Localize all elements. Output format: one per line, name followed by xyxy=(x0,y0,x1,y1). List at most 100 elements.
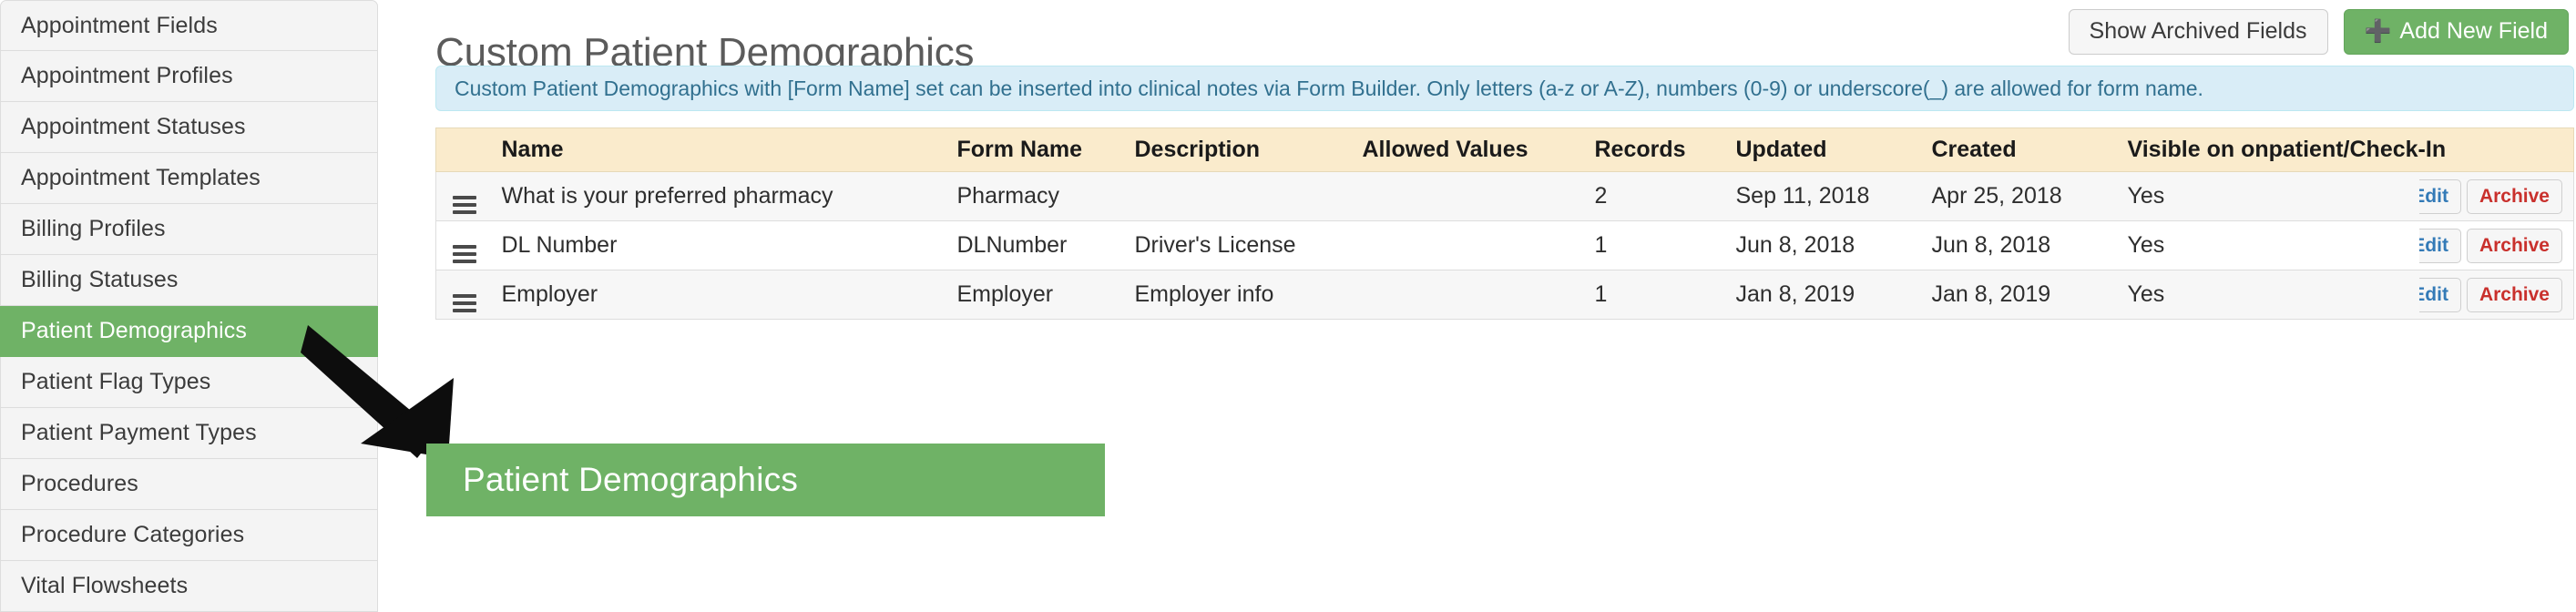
column-header-updated: Updated xyxy=(1726,128,1923,172)
edit-button[interactable]: ✎Edit xyxy=(2418,178,2461,214)
custom-fields-table: Name Form Name Description Allowed Values Re… xyxy=(435,128,2574,320)
table-header-row: Name Form Name Description Allowed Values Re… xyxy=(435,128,2574,172)
cell-description: Driver's License xyxy=(1125,220,1354,270)
sidebar-item-label: Appointment Profiles xyxy=(21,63,233,88)
cell-records: 1 xyxy=(1585,270,1727,320)
sidebar-item-label: Billing Statuses xyxy=(21,267,179,292)
sidebar-item-label: Appointment Fields xyxy=(21,12,218,38)
row-handle-cell xyxy=(435,270,493,320)
column-header-records: Records xyxy=(1585,128,1727,172)
cell-created: Apr 25, 2018 xyxy=(1922,171,2119,221)
plus-icon: ➕ xyxy=(2364,18,2392,44)
drag-handle-icon[interactable] xyxy=(453,195,476,214)
sidebar-item-label: Patient Demographics xyxy=(21,318,247,343)
header-actions: Show Archived Fields ➕ Add New Field xyxy=(2068,9,2569,55)
edit-button[interactable]: ✎Edit xyxy=(2418,277,2461,312)
column-header-name: Name xyxy=(492,128,948,172)
sidebar-item-patient-flag-types[interactable]: Patient Flag Types xyxy=(0,357,378,408)
cell-name: Employer xyxy=(492,270,948,320)
cell-allowed-values xyxy=(1353,270,1586,320)
show-archived-fields-button[interactable]: Show Archived Fields xyxy=(2068,9,2328,55)
edit-button[interactable]: ✎Edit xyxy=(2418,228,2461,263)
sidebar-item-patient-demographics[interactable]: Patient Demographics xyxy=(0,306,378,357)
edit-label: Edit xyxy=(2419,283,2448,305)
sidebar-item-vital-flowsheets[interactable]: Vital Flowsheets xyxy=(0,561,378,612)
row-handle-cell xyxy=(435,171,493,221)
cell-created: Jan 8, 2019 xyxy=(1922,270,2119,320)
column-header-visible-on-onpatient-check-in: Visible on onpatient/Check-In xyxy=(2118,128,2446,172)
cell-form-name: Pharmacy xyxy=(947,171,1126,221)
cell-description xyxy=(1125,171,1354,221)
annotation-callout-box: Patient Demographics xyxy=(426,444,1105,516)
cell-visible: Yes xyxy=(2118,171,2419,221)
add-new-field-label: Add New Field xyxy=(2399,18,2548,44)
annotation-callout-label: Patient Demographics xyxy=(463,461,799,498)
column-header-description: Description xyxy=(1125,128,1354,172)
sidebar-item-appointment-fields[interactable]: Appointment Fields xyxy=(0,0,378,51)
cell-visible: Yes xyxy=(2118,220,2419,270)
add-new-field-button[interactable]: ➕ Add New Field xyxy=(2343,9,2569,55)
archive-label: Archive xyxy=(2479,283,2550,305)
column-header-allowed-values: Allowed Values xyxy=(1353,128,1586,172)
cell-name: What is your preferred pharmacy xyxy=(492,171,948,221)
main-content: Custom Patient Demographics Show Archive… xyxy=(428,0,2576,612)
drag-handle-icon[interactable] xyxy=(453,293,476,312)
sidebar-item-label: Billing Profiles xyxy=(21,216,166,241)
app-root: Appointment Fields Appointment Profiles Ap… xyxy=(0,0,2576,612)
drag-handle-icon[interactable] xyxy=(453,244,476,263)
row-actions: ✎Edit Archive xyxy=(2418,277,2573,312)
sidebar-item-patient-payment-types[interactable]: Patient Payment Types xyxy=(0,408,378,459)
cell-actions: ✎Edit Archive xyxy=(2418,220,2574,270)
sidebar-item-appointment-profiles[interactable]: Appointment Profiles xyxy=(0,51,378,102)
row-actions: ✎Edit Archive xyxy=(2418,228,2573,263)
sidebar-item-label: Vital Flowsheets xyxy=(21,573,189,598)
column-header-created: Created xyxy=(1922,128,2119,172)
sidebar-item-billing-statuses[interactable]: Billing Statuses xyxy=(0,255,378,306)
sidebar-item-label: Patient Flag Types xyxy=(21,369,211,394)
cell-name: DL Number xyxy=(492,220,948,270)
cell-actions: ✎Edit Archive xyxy=(2418,171,2574,221)
sidebar-item-billing-profiles[interactable]: Billing Profiles xyxy=(0,204,378,255)
column-header-blank-0 xyxy=(435,128,493,172)
cell-visible: Yes xyxy=(2118,270,2419,320)
cell-records: 2 xyxy=(1585,171,1727,221)
sidebar-item-label: Appointment Templates xyxy=(21,165,261,190)
sidebar-item-label: Procedures xyxy=(21,471,138,496)
row-actions: ✎Edit Archive xyxy=(2418,178,2573,214)
table-row: What is your preferred pharmacy Pharmacy 2… xyxy=(435,171,2574,221)
edit-label: Edit xyxy=(2419,185,2448,207)
cell-form-name: DLNumber xyxy=(947,220,1126,270)
cell-form-name: Employer xyxy=(947,270,1126,320)
archive-label: Archive xyxy=(2479,185,2550,207)
cell-updated: Jan 8, 2019 xyxy=(1726,270,1923,320)
sidebar-item-label: Procedure Categories xyxy=(21,522,245,547)
sidebar-item-appointment-statuses[interactable]: Appointment Statuses xyxy=(0,102,378,153)
info-banner-text: Custom Patient Demographics with [Form N… xyxy=(455,76,2203,100)
cell-description: Employer info xyxy=(1125,270,1354,320)
cell-created: Jun 8, 2018 xyxy=(1922,220,2119,270)
column-header-form-name: Form Name xyxy=(947,128,1126,172)
cell-updated: Jun 8, 2018 xyxy=(1726,220,1923,270)
sidebar-item-label: Appointment Statuses xyxy=(21,114,246,139)
table-row: DL Number DLNumber Driver's License 1 Jun 8,… xyxy=(435,220,2574,270)
archive-button[interactable]: Archive xyxy=(2466,228,2562,263)
cell-allowed-values xyxy=(1353,171,1586,221)
sidebar-item-procedure-categories[interactable]: Procedure Categories xyxy=(0,510,378,561)
row-handle-cell xyxy=(435,220,493,270)
sidebar-item-appointment-templates[interactable]: Appointment Templates xyxy=(0,153,378,204)
archive-button[interactable]: Archive xyxy=(2466,277,2562,312)
cell-updated: Sep 11, 2018 xyxy=(1726,171,1923,221)
cell-records: 1 xyxy=(1585,220,1727,270)
archive-button[interactable]: Archive xyxy=(2466,178,2562,214)
info-banner: Custom Patient Demographics with [Form N… xyxy=(435,66,2574,111)
cell-actions: ✎Edit Archive xyxy=(2418,270,2574,320)
table-header: Name Form Name Description Allowed Values Re… xyxy=(435,128,2574,172)
edit-label: Edit xyxy=(2419,234,2448,256)
table-body: What is your preferred pharmacy Pharmacy 2… xyxy=(435,171,2574,320)
sidebar-item-label: Patient Payment Types xyxy=(21,420,257,445)
archive-label: Archive xyxy=(2479,234,2550,256)
cell-allowed-values xyxy=(1353,220,1586,270)
sidebar-item-procedures[interactable]: Procedures xyxy=(0,459,378,510)
table-row: Employer Employer Employer info 1 Jan 8, 201… xyxy=(435,270,2574,320)
settings-sidebar: Appointment Fields Appointment Profiles Ap… xyxy=(0,0,378,612)
